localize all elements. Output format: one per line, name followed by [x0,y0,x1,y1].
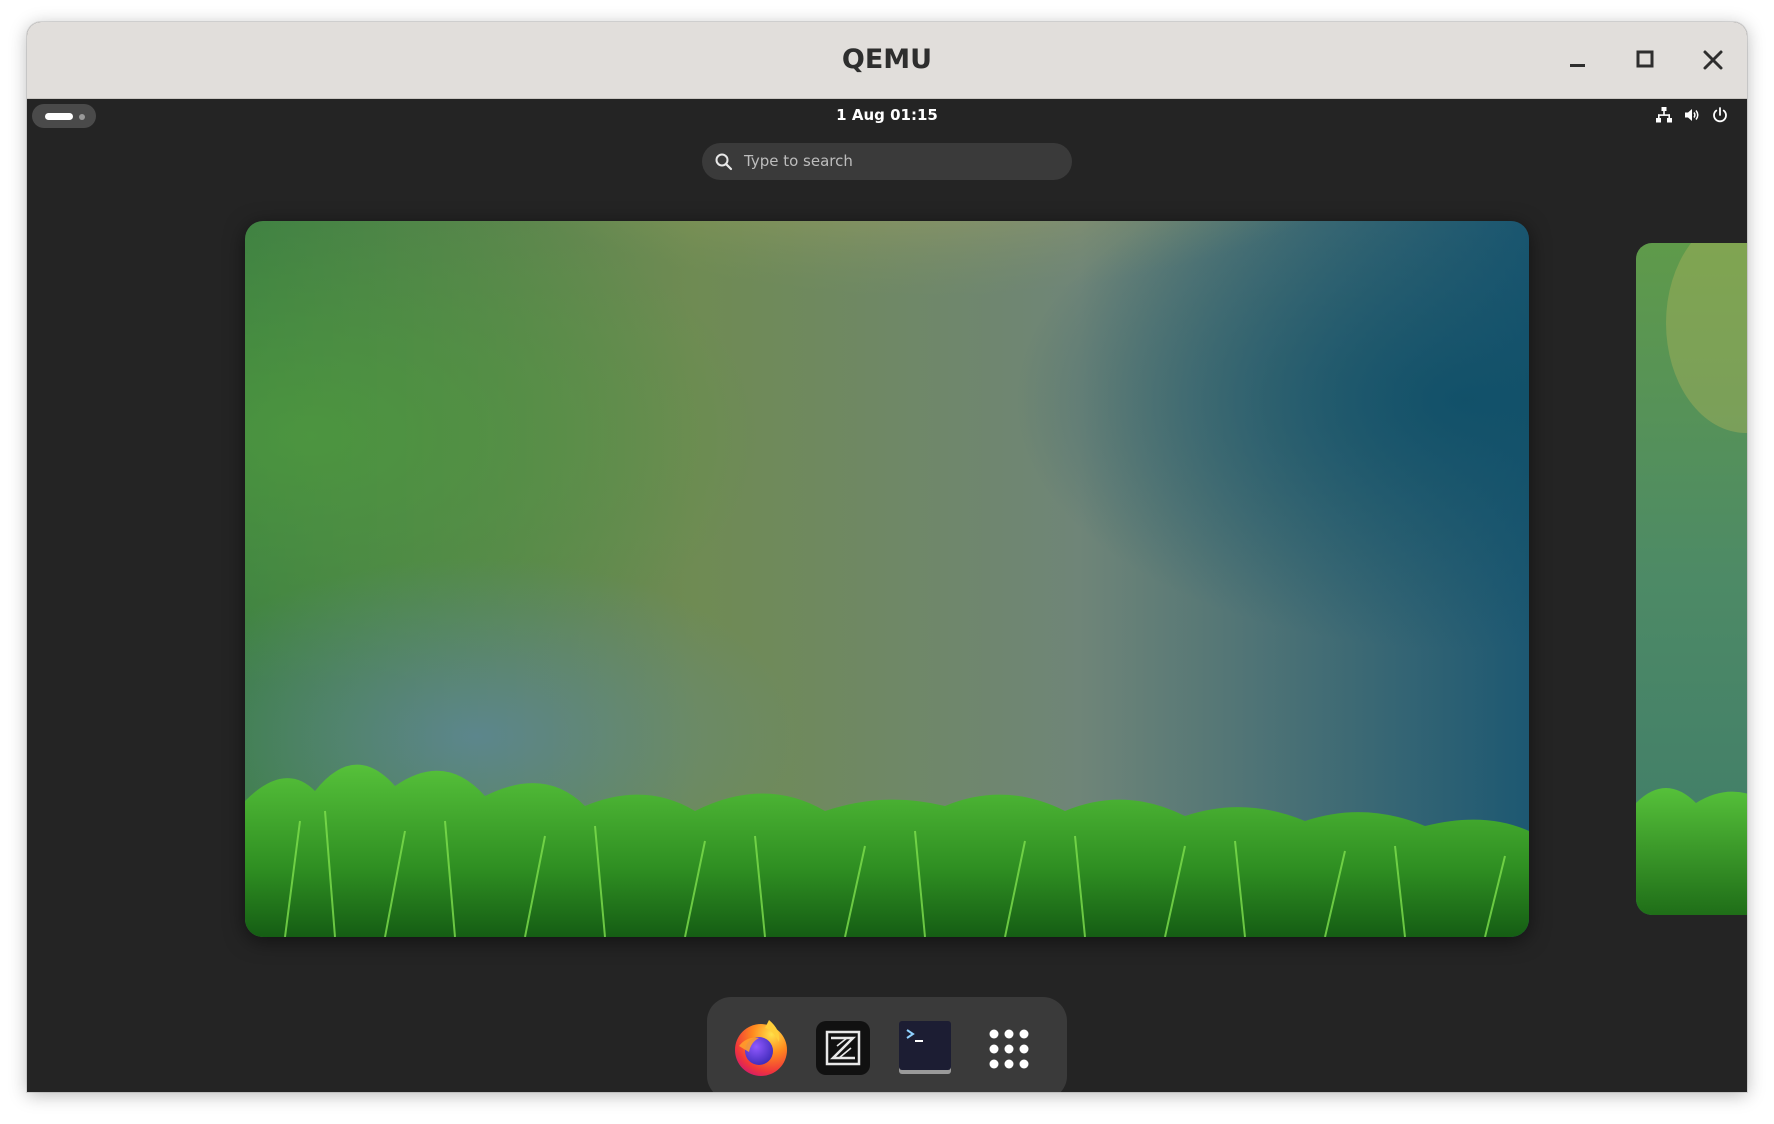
network-icon[interactable] [1655,106,1673,124]
guest-screen: 1 Aug 01:15 Type to search [27,99,1747,1092]
maximize-button[interactable] [1627,42,1663,78]
terminal-icon [899,1021,951,1074]
search-icon [714,152,734,172]
workspace-thumbnail-current[interactable] [245,221,1529,937]
app-grid-icon [989,1029,1029,1069]
maximize-icon [1636,50,1654,68]
window-title: QEMU [841,44,933,75]
wallpaper-image-next [1636,243,1747,915]
shell-top-bar: 1 Aug 01:15 [27,99,1747,131]
show-apps-button[interactable] [977,1016,1041,1080]
volume-icon[interactable] [1683,106,1701,124]
dash-item-terminal[interactable] [893,1016,957,1080]
power-icon[interactable] [1711,106,1729,124]
search-placeholder: Type to search [744,152,853,170]
firefox-icon [735,1020,787,1076]
minimize-button[interactable] [1559,42,1595,78]
qemu-window: QEMU 1 Aug 01:15 Type to search [27,22,1747,1092]
zed-icon [816,1021,870,1075]
clock[interactable]: 1 Aug 01:15 [27,99,1747,131]
window-titlebar[interactable]: QEMU [27,22,1747,99]
dash-item-firefox[interactable] [729,1016,793,1080]
close-button[interactable] [1695,42,1731,78]
dash [707,997,1067,1092]
workspace-thumbnail-next[interactable] [1636,243,1747,915]
close-icon [1703,50,1723,70]
wallpaper-image [245,221,1529,937]
minimize-icon [1570,64,1585,67]
dash-item-zed[interactable] [811,1016,875,1080]
search-entry[interactable]: Type to search [702,143,1072,180]
